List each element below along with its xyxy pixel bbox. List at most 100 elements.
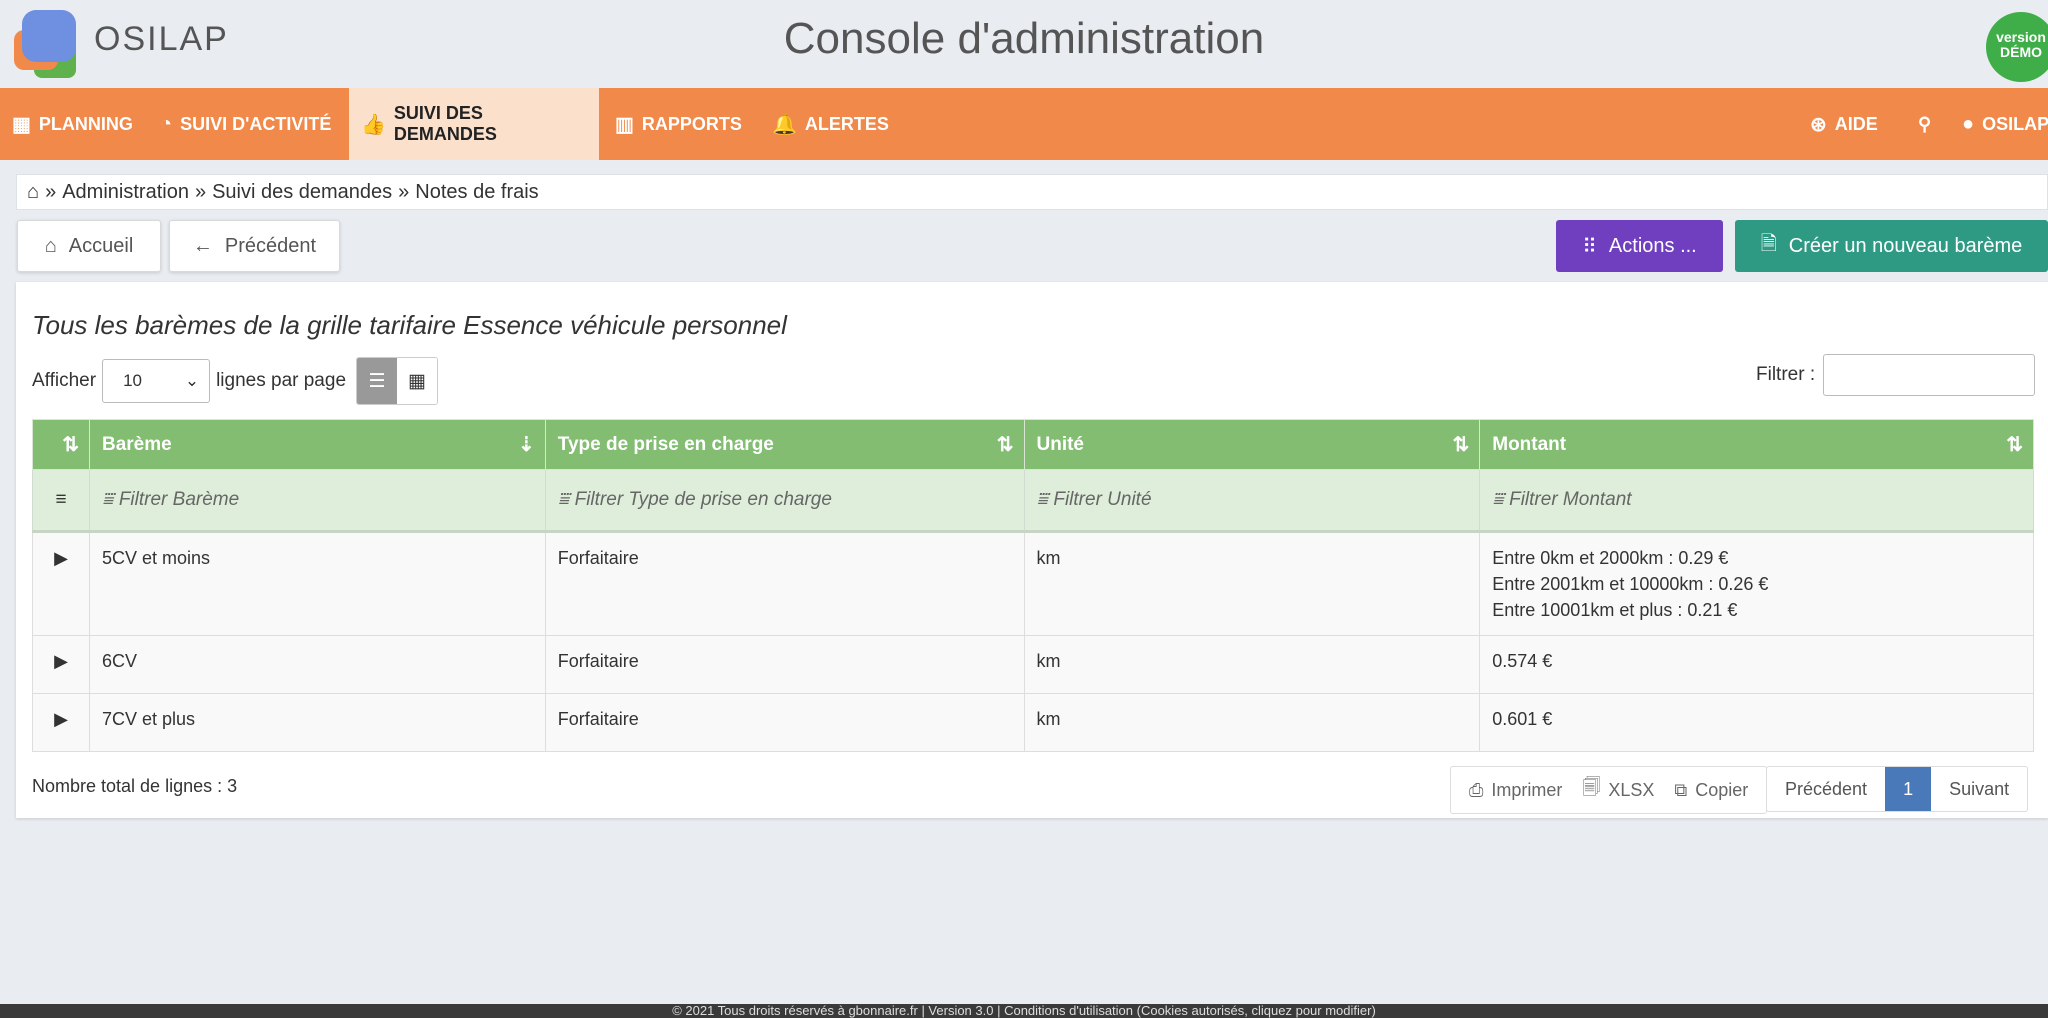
nav-suivi-demandes[interactable]: 👍 SUIVI DES DEMANDES bbox=[349, 88, 599, 160]
view-toggle: ☰ ▦ bbox=[356, 357, 439, 405]
search-icon: ⚲ bbox=[1918, 113, 1932, 134]
page-size-value: 10 bbox=[123, 371, 142, 390]
actions-button-label: Actions ... bbox=[1608, 234, 1697, 257]
export-buttons: ⎙ Imprimer 🗐 XLSX ⧉ Copier bbox=[1450, 766, 1768, 814]
pagination-previous[interactable]: Précédent bbox=[1767, 767, 1885, 811]
home-button-label: Accueil bbox=[68, 234, 134, 257]
sort-icon: ⇅ bbox=[62, 434, 79, 456]
cell-montant: Entre 0km et 2000km : 0.29 € Entre 2001k… bbox=[1479, 531, 2034, 636]
print-button[interactable]: ⎙ Imprimer bbox=[1469, 780, 1562, 801]
bell-icon: 🔔 bbox=[772, 113, 797, 136]
cell-bareme: 7CV et plus bbox=[88, 693, 546, 752]
filter-small-icon: ⩸ bbox=[557, 489, 575, 510]
pagination: Précédent 1 Suivant bbox=[1766, 766, 2029, 812]
chevron-right-icon[interactable]: ▶ bbox=[32, 693, 90, 752]
cell-type: Forfaitaire bbox=[544, 693, 1025, 752]
cell-bareme: 6CV bbox=[88, 635, 546, 694]
create-bareme-label: Créer un nouveau barème bbox=[1788, 234, 2023, 257]
previous-button-label: Précédent bbox=[224, 234, 317, 257]
filter-montant[interactable]: ⩸ Filtrer Montant bbox=[1479, 469, 2034, 533]
nav-user-label: OSILAP bbox=[1982, 113, 2048, 134]
xlsx-button[interactable]: 🗐 XLSX bbox=[1582, 775, 1654, 805]
per-page-label: lignes par page bbox=[216, 370, 347, 391]
filter-type[interactable]: ⩸ Filtrer Type de prise en charge bbox=[544, 469, 1025, 533]
main-nav: ▦ PLANNING ◔ SUIVI D'ACTIVITÉ 👍 SUIVI DE… bbox=[0, 88, 2048, 160]
filter-input[interactable] bbox=[1823, 354, 2036, 396]
filter-bareme[interactable]: ⩸ Filtrer Barème bbox=[88, 469, 546, 533]
chevron-right-icon[interactable]: ▶ bbox=[32, 635, 90, 694]
printer-icon: ⎙ bbox=[1469, 779, 1484, 800]
table-row[interactable]: ▶ 6CV Forfaitaire km 0.574 € bbox=[32, 635, 2034, 694]
nav-suivi-activite-label: SUIVI D'ACTIVITÉ bbox=[180, 113, 332, 134]
thumbs-icon: 👍 bbox=[361, 113, 386, 136]
header-type[interactable]: Type de prise en charge ⇅ bbox=[544, 419, 1025, 470]
cell-montant: 0.601 € bbox=[1479, 693, 2034, 752]
table-header-row: ⇅ Barème ⇣ Type de prise en charge ⇅ Unité… bbox=[32, 419, 2034, 470]
nav-planning-label: PLANNING bbox=[38, 113, 133, 134]
panel-title: Tous les barèmes de la grille tarifaire … bbox=[32, 310, 787, 340]
filter-icon[interactable]: ≡ bbox=[32, 469, 90, 533]
filter-label: Filtrer : bbox=[1756, 364, 1816, 385]
copy-button[interactable]: ⧉ Copier bbox=[1674, 780, 1748, 801]
sort-alpha-icon: ⇣ bbox=[517, 434, 535, 456]
new-document-icon: 🗎 bbox=[1760, 233, 1777, 255]
breadcrumb-notes-de-frais: Notes de frais bbox=[415, 180, 539, 203]
total-rows: Nombre total de lignes : 3 bbox=[32, 776, 238, 796]
global-filter: Filtrer : bbox=[1756, 354, 2036, 396]
user-icon: ● bbox=[1962, 112, 1975, 135]
page-title: Console d'administration bbox=[783, 14, 1265, 63]
breadcrumb-suivi-demandes[interactable]: Suivi des demandes bbox=[212, 181, 392, 204]
arrow-left-icon: ← bbox=[192, 234, 213, 257]
version-demo-badge: version DÉMO bbox=[1986, 12, 2048, 82]
footer: © 2021 Tous droits réservés à gbonnaire.… bbox=[0, 1004, 2048, 1018]
pagination-next[interactable]: Suivant bbox=[1931, 767, 2027, 811]
top-header: OSILAP Console d'administration version … bbox=[0, 0, 2048, 88]
cell-unite: km bbox=[1023, 693, 1481, 752]
sort-icon: ⇅ bbox=[2006, 434, 2023, 456]
nav-planning[interactable]: ▦ PLANNING bbox=[0, 88, 145, 160]
cell-bareme: 5CV et moins bbox=[88, 531, 546, 636]
nav-alertes[interactable]: 🔔 ALERTES bbox=[760, 88, 901, 160]
grid-view-icon[interactable]: ▦ bbox=[397, 358, 438, 404]
table-row[interactable]: ▶ 7CV et plus Forfaitaire km 0.601 € bbox=[32, 693, 2034, 752]
cell-type: Forfaitaire bbox=[544, 531, 1025, 636]
search-icon-button[interactable]: ⚲ bbox=[1906, 88, 1943, 160]
filter-small-icon: ⩸ bbox=[101, 489, 119, 510]
header-expand[interactable]: ⇅ bbox=[32, 419, 90, 470]
previous-button[interactable]: ← Précédent bbox=[169, 220, 340, 272]
table-row[interactable]: ▶ 5CV et moins Forfaitaire km Entre 0km … bbox=[32, 531, 2034, 636]
nav-suivi-activite[interactable]: ◔ SUIVI D'ACTIVITÉ bbox=[148, 88, 343, 160]
actions-button[interactable]: ⠿ Actions ... bbox=[1556, 220, 1723, 272]
badge-line-2: DÉMO bbox=[2000, 44, 2042, 60]
breadcrumb-administration[interactable]: Administration bbox=[62, 181, 189, 204]
file-icon: 🗐 bbox=[1582, 777, 1601, 797]
chevron-right-icon[interactable]: ▶ bbox=[32, 531, 90, 636]
breadcrumb: ⌂ » Administration » Suivi des demandes … bbox=[16, 174, 2048, 210]
nav-aide[interactable]: ⊛ AIDE bbox=[1798, 88, 1890, 160]
nav-alertes-label: ALERTES bbox=[804, 113, 889, 134]
filter-small-icon: ⩸ bbox=[1492, 489, 1510, 510]
list-view-icon[interactable]: ☰ bbox=[357, 358, 398, 404]
pie-chart-icon: ◔ bbox=[160, 112, 173, 135]
home-icon[interactable]: ⌂ bbox=[27, 181, 39, 204]
header-montant[interactable]: Montant ⇅ bbox=[1479, 419, 2034, 470]
cell-unite: km bbox=[1023, 531, 1481, 636]
cell-montant: 0.574 € bbox=[1479, 635, 2034, 694]
home-button[interactable]: ⌂ Accueil bbox=[17, 220, 161, 272]
nav-user[interactable]: ● OSILAP bbox=[1950, 88, 2048, 160]
nav-rapports[interactable]: ▥ RAPPORTS bbox=[603, 88, 754, 160]
header-unite[interactable]: Unité ⇅ bbox=[1023, 419, 1481, 470]
chevron-down-icon: ⌄ bbox=[184, 371, 200, 390]
sort-icon: ⇅ bbox=[1452, 434, 1470, 456]
pagination-page-1[interactable]: 1 bbox=[1885, 767, 1932, 811]
filter-unite[interactable]: ⩸ Filtrer Unité bbox=[1023, 469, 1481, 533]
copy-icon: ⧉ bbox=[1674, 779, 1688, 800]
nav-rapports-label: RAPPORTS bbox=[641, 113, 742, 134]
page-size-select[interactable]: 10 ⌄ bbox=[102, 359, 211, 403]
create-bareme-button[interactable]: 🗎 Créer un nouveau barème bbox=[1735, 220, 2048, 272]
nav-suivi-demandes-label: SUIVI DES DEMANDES bbox=[393, 103, 497, 144]
header-bareme[interactable]: Barème ⇣ bbox=[88, 419, 546, 470]
lifebuoy-icon: ⊛ bbox=[1810, 113, 1827, 136]
show-label: Afficher bbox=[32, 370, 97, 391]
bareme-panel: Tous les barèmes de la grille tarifaire … bbox=[16, 282, 2048, 818]
